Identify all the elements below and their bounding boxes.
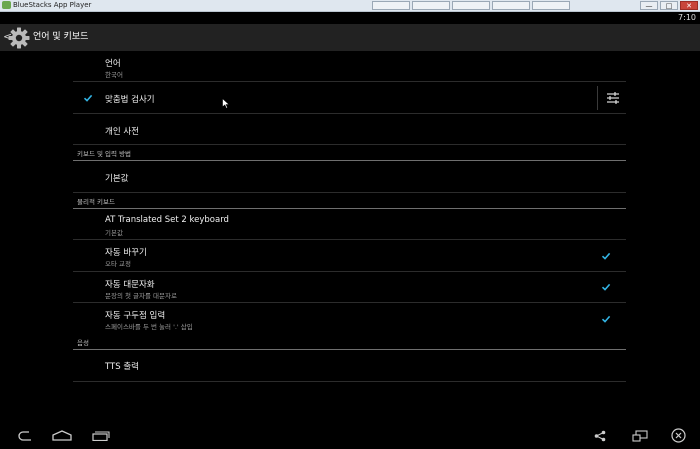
close-window-button[interactable]: ✕ xyxy=(680,1,698,10)
section-header-physical-keyboard: 물리적 키보드 xyxy=(73,193,626,209)
setting-title: 기본값 xyxy=(105,174,129,184)
minimize-button[interactable]: — xyxy=(640,1,658,10)
auto-punctuate-setting[interactable]: 자동 구두점 입력 스페이스바를 두 번 눌러 '.' 삽입 xyxy=(73,303,626,335)
close-app-icon[interactable] xyxy=(671,428,686,443)
status-bar: 7:10 xyxy=(0,12,700,24)
tts-output-setting[interactable]: TTS 출력 xyxy=(73,350,626,382)
setting-title: AT Translated Set 2 keyboard xyxy=(105,215,229,225)
window-title: BlueStacks App Player xyxy=(13,1,92,9)
setting-title: 언어 xyxy=(105,59,121,69)
section-label: 물리적 키보드 xyxy=(77,198,115,206)
personal-dictionary-setting[interactable]: 개인 사전 xyxy=(73,114,626,145)
taskbar-tab[interactable] xyxy=(372,1,410,10)
window-titlebar: BlueStacks App Player — □ ✕ xyxy=(0,0,700,12)
back-icon[interactable] xyxy=(14,430,34,442)
window-controls: — □ ✕ xyxy=(640,1,698,10)
taskbar-tab[interactable] xyxy=(532,1,570,10)
taskbar-tab[interactable] xyxy=(412,1,450,10)
section-header-keyboard: 키보드 및 입력 방법 xyxy=(73,145,626,161)
setting-title: 개인 사전 xyxy=(105,127,139,137)
setting-subtitle: 한국어 xyxy=(105,71,123,79)
setting-subtitle: 문장의 첫 글자를 대문자로 xyxy=(105,292,177,300)
section-label: 음성 xyxy=(77,339,89,347)
bluestacks-logo-icon xyxy=(2,1,11,9)
maximize-button[interactable]: □ xyxy=(660,1,678,10)
auto-replace-setting[interactable]: 자동 바꾸기 오타 교정 xyxy=(73,240,626,272)
spellcheck-setting[interactable]: 맞춤법 검사기 xyxy=(73,82,626,114)
auto-capitalize-checkbox[interactable] xyxy=(601,282,611,292)
taskbar-tabs xyxy=(372,1,570,10)
mouse-pointer-icon xyxy=(222,98,230,109)
action-bar: < 언어 및 키보드 xyxy=(0,24,700,51)
settings-gear-icon xyxy=(8,27,30,49)
section-header-voice: 음성 xyxy=(73,333,626,350)
at-keyboard-setting[interactable]: AT Translated Set 2 keyboard 기본값 xyxy=(73,209,626,240)
setting-subtitle: 기본값 xyxy=(105,229,123,237)
setting-title: 자동 구두점 입력 xyxy=(105,311,166,321)
vertical-divider xyxy=(597,86,598,110)
status-time: 7:10 xyxy=(678,13,696,22)
share-icon[interactable] xyxy=(594,430,606,442)
auto-punctuate-checkbox[interactable] xyxy=(601,314,611,324)
spellcheck-checkbox[interactable] xyxy=(83,93,93,103)
setting-title: 자동 대문자화 xyxy=(105,280,155,290)
taskbar-tab[interactable] xyxy=(492,1,530,10)
settings-sliders-icon[interactable] xyxy=(606,91,620,105)
auto-replace-checkbox[interactable] xyxy=(601,251,611,261)
setting-subtitle: 스페이스바를 두 번 눌러 '.' 삽입 xyxy=(105,323,193,331)
auto-capitalize-setting[interactable]: 자동 대문자화 문장의 첫 글자를 대문자로 xyxy=(73,272,626,303)
screen-resize-icon[interactable] xyxy=(632,430,648,442)
navigation-bar xyxy=(0,421,700,449)
language-setting[interactable]: 언어 한국어 xyxy=(73,51,626,82)
settings-list: 언어 한국어 맞춤법 검사기 개인 사전 키보드 및 입력 방법 기본값 물리적… xyxy=(0,51,700,421)
default-keyboard-setting[interactable]: 기본값 xyxy=(73,161,626,193)
page-title: 언어 및 키보드 xyxy=(33,32,89,42)
setting-subtitle: 오타 교정 xyxy=(105,260,131,268)
recent-apps-icon[interactable] xyxy=(92,431,110,441)
setting-title: TTS 출력 xyxy=(105,362,139,372)
setting-title: 자동 바꾸기 xyxy=(105,248,147,258)
setting-title: 맞춤법 검사기 xyxy=(105,95,155,105)
taskbar-tab[interactable] xyxy=(452,1,490,10)
home-icon[interactable] xyxy=(52,430,72,441)
section-label: 키보드 및 입력 방법 xyxy=(77,150,132,158)
